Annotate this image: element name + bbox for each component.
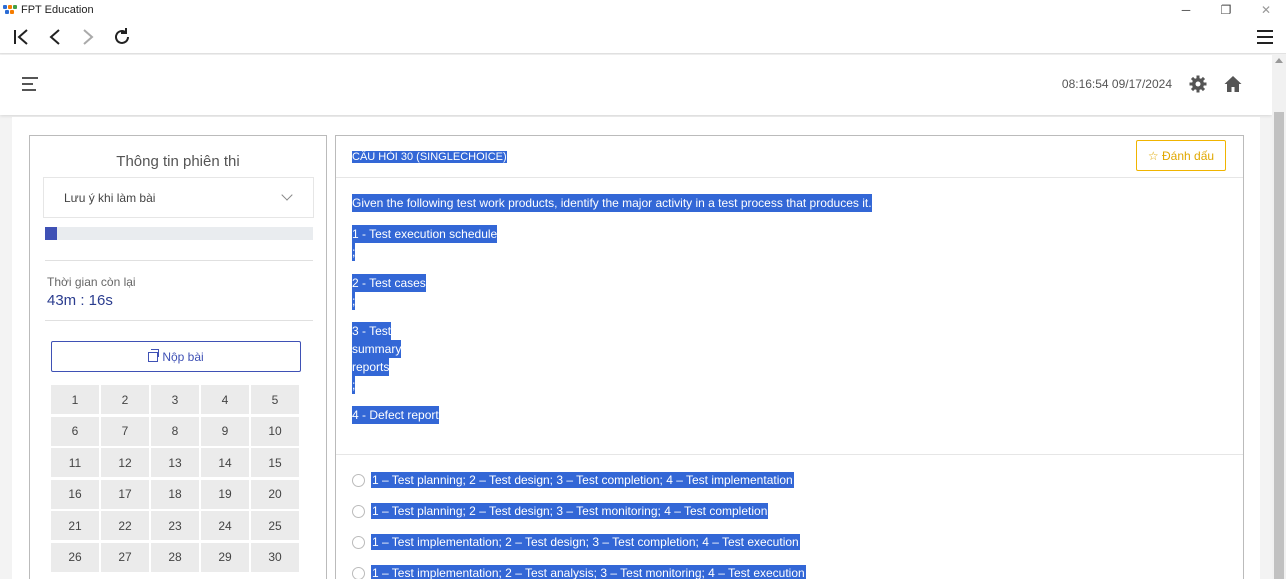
exam-info-panel: Thông tin phiên thi Lưu ý khi làm bài Th… <box>29 135 327 579</box>
question-navigator: 1 2 3 4 5 6 7 8 9 10 11 12 13 14 15 16 17 18 19 20 21 22 23 24 2… <box>51 385 303 572</box>
submit-icon <box>148 348 160 362</box>
answer-option[interactable]: 1 – Test planning; 2 – Test design; 3 – … <box>352 472 794 488</box>
question-header: CÂU HỎI 30 (SINGLECHOICE) <box>352 151 507 163</box>
radio-icon[interactable] <box>352 535 365 549</box>
question-line: Given the following test work products, … <box>352 194 872 212</box>
mark-button[interactable]: ☆ Đánh dấu <box>1136 140 1226 171</box>
scrollbar-thumb[interactable] <box>1274 112 1284 579</box>
question-number-button[interactable]: 28 <box>151 542 199 572</box>
question-number-button[interactable]: 21 <box>51 511 99 540</box>
question-line: 1 - Test execution schedule <box>352 225 498 243</box>
question-number-button[interactable]: 4 <box>201 385 249 414</box>
progress-bar <box>45 227 313 240</box>
question-number-button[interactable]: 15 <box>251 448 299 477</box>
divider <box>336 454 1243 455</box>
question-line: ; <box>352 292 356 310</box>
question-line: 4 - Defect report <box>352 406 439 424</box>
question-number-button[interactable]: 26 <box>51 542 99 572</box>
question-number-button[interactable]: 11 <box>51 448 99 477</box>
question-number-button[interactable]: 1 <box>51 385 99 414</box>
close-button[interactable]: ✕ <box>1246 0 1286 20</box>
question-number-button[interactable]: 29 <box>201 542 249 572</box>
question-number-button[interactable]: 19 <box>201 479 249 509</box>
gear-icon[interactable] <box>1188 74 1208 94</box>
home-icon[interactable] <box>1223 74 1243 94</box>
question-number-button[interactable]: 22 <box>101 511 149 540</box>
question-number-button[interactable]: 10 <box>251 416 299 446</box>
restore-button[interactable]: ❐ <box>1206 0 1246 20</box>
question-line: ; <box>352 243 356 261</box>
window-title-bar: FPT Education ─ ❐ ✕ <box>0 0 1286 20</box>
back-icon[interactable] <box>42 24 68 50</box>
question-number-button[interactable]: 5 <box>251 385 299 414</box>
question-number-button[interactable]: 25 <box>251 511 299 540</box>
question-number-button[interactable]: 14 <box>201 448 249 477</box>
radio-icon[interactable] <box>352 504 365 518</box>
question-line: 2 - Test cases <box>352 274 426 292</box>
question-panel: CÂU HỎI 30 (SINGLECHOICE) ☆ Đánh dấu Giv… <box>335 135 1244 579</box>
radio-icon[interactable] <box>352 473 365 487</box>
question-number-button[interactable]: 24 <box>201 511 249 540</box>
chevron-down-icon <box>281 189 293 201</box>
window-title: FPT Education <box>21 4 94 16</box>
question-line: ; <box>352 376 356 394</box>
question-number-button[interactable]: 2 <box>101 385 149 414</box>
answer-text: 1 – Test implementation; 2 – Test design… <box>371 534 800 550</box>
menu-icon[interactable] <box>1252 24 1278 50</box>
question-number-button[interactable]: 13 <box>151 448 199 477</box>
question-line: reports <box>352 358 390 376</box>
question-number-button[interactable]: 9 <box>201 416 249 446</box>
panel-title: Thông tin phiên thi <box>116 153 240 170</box>
question-number-button[interactable]: 20 <box>251 479 299 509</box>
page-scrollbar[interactable] <box>1272 54 1286 579</box>
question-line: summary <box>352 340 402 358</box>
answer-option[interactable]: 1 – Test planning; 2 – Test design; 3 – … <box>352 503 769 519</box>
divider <box>336 177 1243 178</box>
answer-option[interactable]: 1 – Test implementation; 2 – Test analys… <box>352 565 806 579</box>
divider <box>45 320 313 321</box>
question-number-button[interactable]: 30 <box>251 542 299 572</box>
scroll-up-arrow-icon[interactable] <box>1275 58 1283 63</box>
answer-text: 1 – Test implementation; 2 – Test analys… <box>371 565 806 579</box>
question-number-button[interactable]: 3 <box>151 385 199 414</box>
question-number-button[interactable]: 27 <box>101 542 149 572</box>
fpt-logo-icon <box>3 5 17 15</box>
question-number-button[interactable]: 7 <box>101 416 149 446</box>
radio-icon[interactable] <box>352 566 365 579</box>
question-number-button[interactable]: 18 <box>151 479 199 509</box>
time-remaining-value: 43m : 16s <box>47 292 113 309</box>
question-number-button[interactable]: 16 <box>51 479 99 509</box>
forward-icon[interactable] <box>75 24 101 50</box>
time-remaining-label: Thời gian còn lại <box>47 275 136 289</box>
datetime: 08:16:54 09/17/2024 <box>1061 77 1172 91</box>
hamburger-icon[interactable] <box>22 77 38 95</box>
question-number-button[interactable]: 8 <box>151 416 199 446</box>
back-to-start-icon[interactable] <box>8 24 34 50</box>
notes-dropdown-label: Lưu ý khi làm bài <box>64 191 156 205</box>
question-number-button[interactable]: 17 <box>101 479 149 509</box>
app-header: 08:16:54 09/17/2024 <box>0 55 1272 115</box>
question-number-button[interactable]: 12 <box>101 448 149 477</box>
submit-button-label: Nộp bài <box>162 349 204 364</box>
divider <box>45 260 313 261</box>
answer-text: 1 – Test planning; 2 – Test design; 3 – … <box>371 472 794 488</box>
question-number-button[interactable]: 6 <box>51 416 99 446</box>
answer-text: 1 – Test planning; 2 – Test design; 3 – … <box>371 503 769 519</box>
minimize-button[interactable]: ─ <box>1166 0 1206 20</box>
question-number-button[interactable]: 23 <box>151 511 199 540</box>
navigation-bar <box>0 20 1286 54</box>
reload-icon[interactable] <box>109 24 135 50</box>
notes-dropdown[interactable]: Lưu ý khi làm bài <box>43 177 314 218</box>
progress-fill <box>45 227 58 240</box>
question-line: 3 - Test <box>352 322 392 340</box>
submit-button[interactable]: Nộp bài <box>51 341 301 372</box>
answer-option[interactable]: 1 – Test implementation; 2 – Test design… <box>352 534 800 550</box>
